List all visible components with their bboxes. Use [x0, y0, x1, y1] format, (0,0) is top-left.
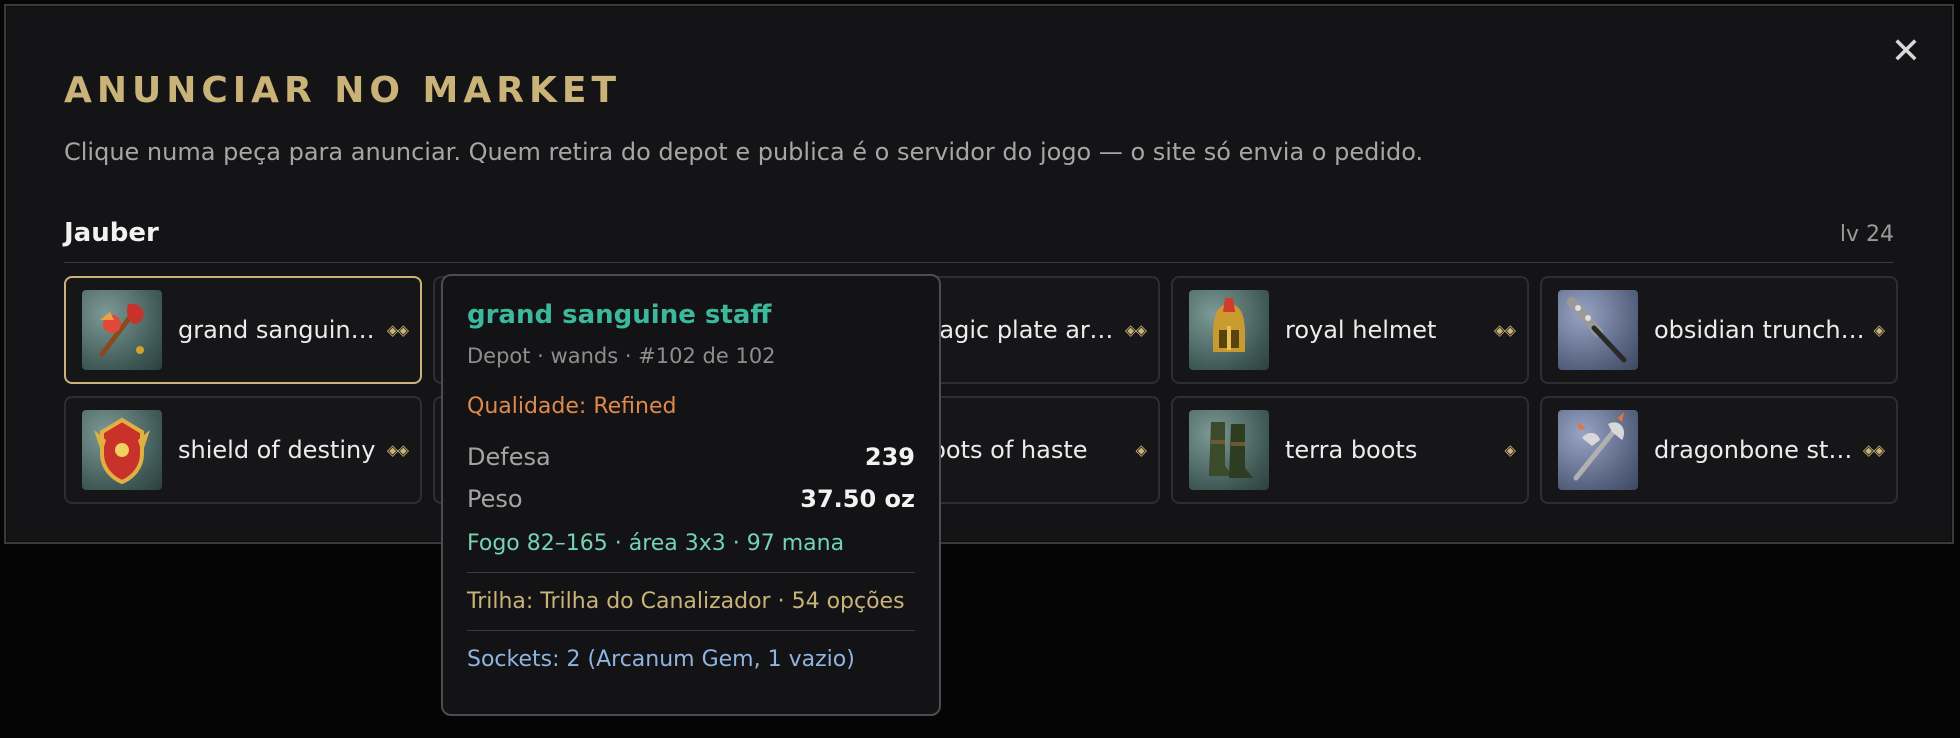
- tier-badge: ◈: [1504, 441, 1516, 459]
- stat-value: 239: [864, 443, 915, 471]
- tier-badge: ◈◈: [386, 321, 409, 339]
- item-name: royal helmet: [1285, 316, 1437, 344]
- item-card-shield-of-destiny[interactable]: shield of destiny ◈◈: [64, 396, 422, 504]
- tooltip-divider: [467, 572, 915, 573]
- tooltip-sockets: Sockets: 2 (Arcanum Gem, 1 vazio): [467, 647, 855, 672]
- tooltip-trail: Trilha: Trilha do Canalizador · 54 opçõe…: [467, 589, 905, 614]
- staff-icon: [82, 290, 162, 370]
- modal-subtitle: Clique numa peça para anunciar. Quem ret…: [64, 138, 1424, 166]
- character-name: Jauber: [64, 218, 159, 248]
- item-card-royal-helmet[interactable]: royal helmet ◈◈: [1171, 276, 1529, 384]
- modal-title: ANUNCIAR NO MARKET: [64, 70, 621, 111]
- item-name: obsidian truncheon: [1654, 316, 1866, 344]
- tier-badge: ◈◈: [1493, 321, 1516, 339]
- helmet-icon: [1189, 290, 1269, 370]
- item-card-obsidian-truncheon[interactable]: obsidian truncheon ◈: [1540, 276, 1898, 384]
- close-button[interactable]: ✕: [1886, 32, 1926, 72]
- shield-icon: [82, 410, 162, 490]
- divider: [64, 262, 1894, 263]
- stat-value: 37.50 oz: [800, 485, 915, 513]
- stat-weight: Peso 37.50 oz: [467, 485, 915, 513]
- item-card-dragonbone-staff[interactable]: dragonbone staff ◈◈: [1540, 396, 1898, 504]
- tier-badge: ◈◈: [1862, 441, 1885, 459]
- axe-icon: [1558, 410, 1638, 490]
- tooltip-damage: Fogo 82–165 · área 3x3 · 97 mana: [467, 531, 845, 556]
- item-name: shield of destiny: [178, 436, 376, 464]
- item-card-terra-boots[interactable]: terra boots ◈: [1171, 396, 1529, 504]
- item-name: terra boots: [1285, 436, 1418, 464]
- tier-badge: ◈◈: [1124, 321, 1147, 339]
- market-modal: ✕ ANUNCIAR NO MARKET Clique numa peça pa…: [4, 4, 1954, 544]
- stat-defense: Defesa 239: [467, 443, 915, 471]
- item-name: boots of haste: [916, 436, 1088, 464]
- club-icon: [1558, 290, 1638, 370]
- tooltip-divider: [467, 630, 915, 631]
- tooltip-title: grand sanguine staff: [467, 300, 772, 330]
- item-tooltip: grand sanguine staff Depot · wands · #10…: [441, 274, 941, 716]
- tier-badge: ◈: [1873, 321, 1885, 339]
- tooltip-meta: Depot · wands · #102 de 102: [467, 344, 776, 368]
- item-grid: grand sanguine staff ◈◈ magic plate armo…: [64, 276, 1898, 504]
- stat-label: Defesa: [467, 443, 551, 471]
- tier-badge: ◈◈: [386, 441, 409, 459]
- item-name: magic plate armor: [916, 316, 1117, 344]
- item-name: dragonbone staff: [1654, 436, 1855, 464]
- item-card-grand-sanguine-staff[interactable]: grand sanguine staff ◈◈: [64, 276, 422, 384]
- tooltip-quality: Qualidade: Refined: [467, 394, 677, 419]
- character-level: lv 24: [1839, 222, 1894, 247]
- stat-label: Peso: [467, 485, 523, 513]
- boots-icon: [1189, 410, 1269, 490]
- tier-badge: ◈: [1135, 441, 1147, 459]
- item-name: grand sanguine staff: [178, 316, 379, 344]
